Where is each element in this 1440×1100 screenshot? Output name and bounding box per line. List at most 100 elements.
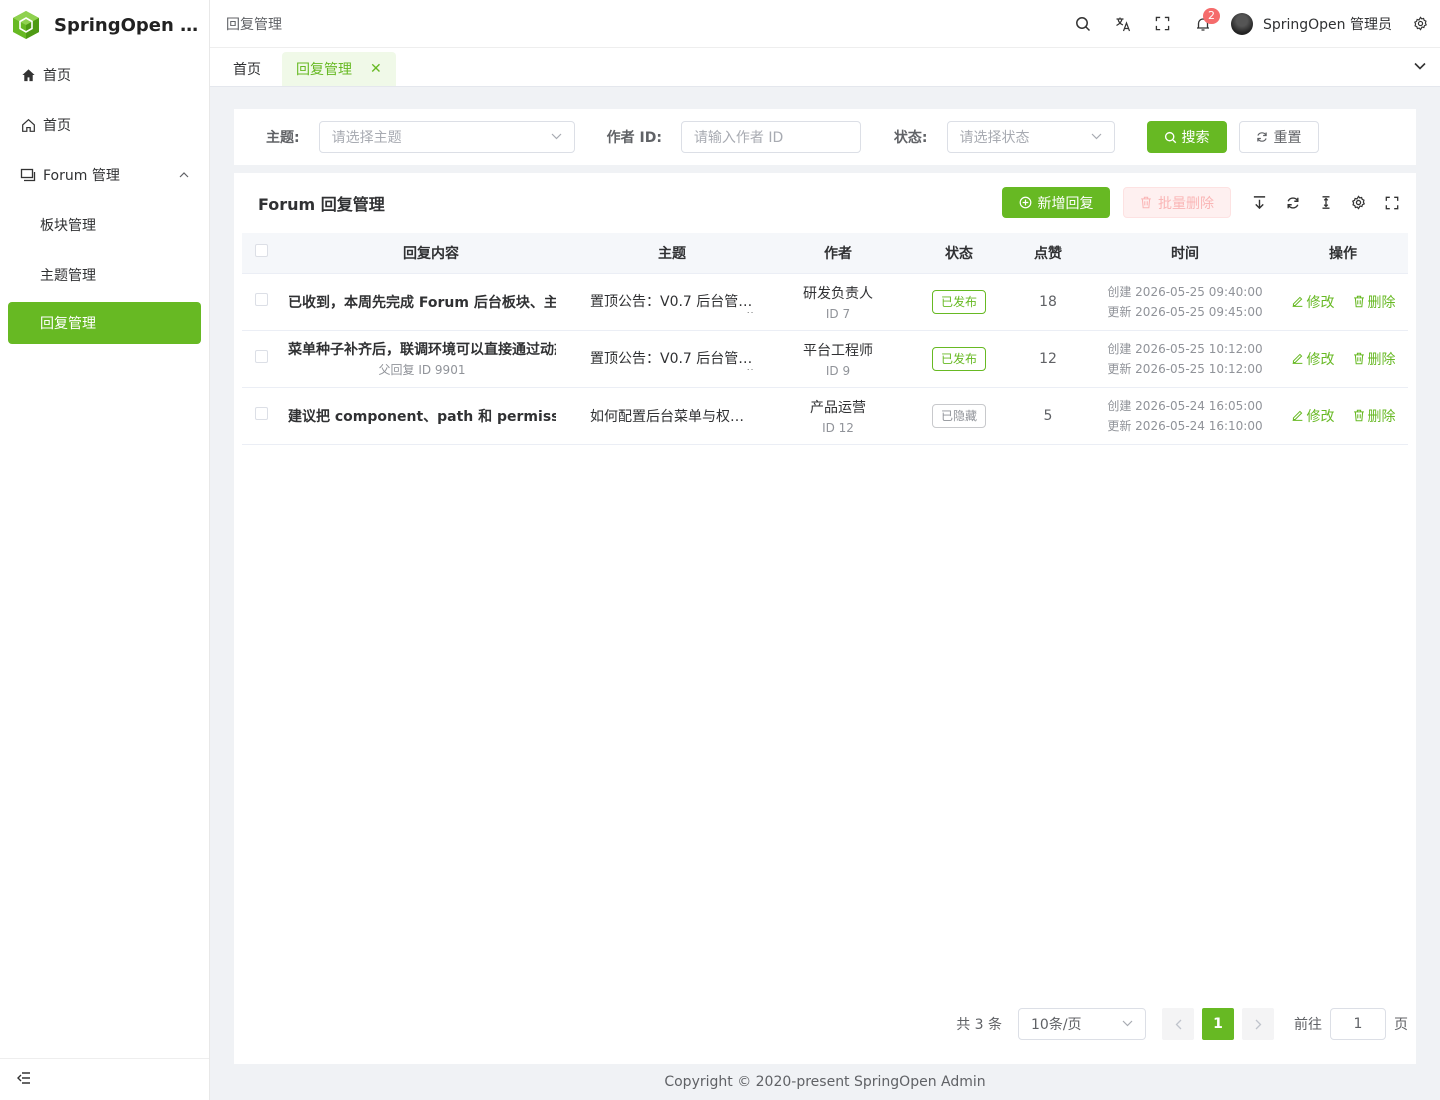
updated-time: 更新 2026-05-25 09:45:00 (1107, 304, 1263, 319)
delete-button[interactable]: 删除 (1353, 406, 1396, 426)
edit-button[interactable]: 修改 (1291, 292, 1335, 312)
chevron-down-icon[interactable] (1414, 58, 1426, 74)
edit-icon (1292, 296, 1302, 307)
cube-logo-icon (13, 11, 39, 39)
author-id: ID 9 (825, 363, 851, 378)
reply-topic: 置顶公告：V0.7 后台管理….. (590, 350, 762, 370)
delete-button[interactable]: 删除 (1353, 349, 1396, 369)
sidebar-item-label: 首页 (43, 68, 71, 84)
sidebar-item-replies[interactable]: 回复管理 (8, 302, 201, 344)
app-logo[interactable]: SpringOpen Ad... (0, 0, 209, 50)
reply-topic: 如何配置后台菜单与权限码 (590, 408, 758, 425)
search-icon[interactable] (1063, 0, 1103, 48)
total-count: 共 3 条 (956, 1017, 1002, 1033)
search-button[interactable]: 搜索 (1146, 121, 1227, 153)
row-checkbox[interactable] (254, 350, 268, 363)
sidebar-item-label: 主题管理 (40, 268, 96, 284)
fullscreen-icon[interactable] (1375, 188, 1408, 218)
author-name: 产品运营 (810, 399, 866, 416)
refresh-icon[interactable] (1276, 188, 1309, 218)
translate-icon[interactable] (1103, 0, 1143, 48)
author-id-placeholder: 请输入作者 ID (693, 130, 784, 146)
author-id-input[interactable]: 请输入作者 ID (680, 121, 861, 153)
delete-button[interactable]: 删除 (1353, 292, 1396, 312)
settings-gear-icon[interactable] (1400, 0, 1440, 48)
pagination: 共 3 条 10条/页 1 前往 1 页 (956, 1008, 1408, 1040)
column-header-actions: 操作 (1278, 233, 1408, 274)
row-checkbox[interactable] (254, 407, 268, 420)
table-toolbar: 新增回复 批量删除 (1002, 187, 1408, 218)
goto-page-input[interactable]: 1 (1330, 1008, 1386, 1040)
table-header-row: 回复内容 主题 作者 状态 点赞 时间 操作 (242, 233, 1408, 274)
chevron-down-icon (1122, 1019, 1133, 1030)
chevron-right-icon (1255, 1019, 1261, 1029)
column-settings-icon[interactable] (1342, 188, 1375, 218)
column-height-icon[interactable] (1309, 188, 1342, 218)
chevron-down-icon (1091, 132, 1102, 143)
forum-icon (20, 167, 36, 183)
page-number-button[interactable]: 1 (1202, 1008, 1234, 1040)
edit-button[interactable]: 修改 (1291, 406, 1335, 426)
page-suffix-label: 页 (1394, 1017, 1408, 1033)
tab-label: 回复管理 (296, 62, 352, 78)
chevron-down-icon (551, 132, 562, 143)
page-size-select[interactable]: 10条/页 (1018, 1008, 1146, 1040)
sidebar-item-boards[interactable]: 板块管理 (0, 200, 209, 250)
column-header-topic: 主题 (582, 233, 762, 274)
reply-content: 已收到，本周先完成 Forum 后台板块、主题、回复管理 (288, 294, 556, 311)
tab-replies[interactable]: 回复管理 ✕ (282, 52, 396, 86)
edit-button[interactable]: 修改 (1291, 349, 1335, 369)
replies-table-card: Forum 回复管理 新增回复 批量删除 回复内容 主题 作者 状态 点赞 时间… (234, 173, 1416, 1064)
batch-delete-label: 批量删除 (1158, 195, 1214, 212)
author-name: 研发负责人 (803, 285, 873, 302)
column-header-content: 回复内容 (280, 233, 582, 274)
collapse-sidebar-button[interactable] (0, 1058, 209, 1100)
column-header-status: 状态 (914, 233, 1004, 274)
created-time: 创建 2026-05-25 09:40:00 (1107, 284, 1263, 299)
plus-circle-icon (1019, 196, 1032, 209)
close-icon[interactable]: ✕ (370, 61, 382, 77)
chevron-up-icon (179, 170, 189, 181)
created-time: 创建 2026-05-24 16:05:00 (1107, 398, 1263, 413)
notification-bell-icon[interactable]: 2 (1183, 0, 1223, 48)
sidebar-item-label: 首页 (43, 118, 71, 134)
sidebar: SpringOpen Ad... 首页 首页 Forum 管理 板块管理 主题管… (0, 0, 210, 1100)
trash-icon (1353, 352, 1364, 365)
tab-label: 首页 (233, 62, 261, 78)
refresh-icon (1256, 131, 1268, 143)
page-title: Forum 回复管理 (258, 195, 385, 214)
sidebar-item-home-2[interactable]: 首页 (0, 100, 209, 150)
reply-content: 建议把 component、path 和 permissionCode 统一维护 (288, 408, 556, 425)
sidebar-item-forum[interactable]: Forum 管理 (0, 150, 209, 200)
sidebar-item-home[interactable]: 首页 (0, 50, 209, 100)
topic-select[interactable]: 请选择主题 (318, 121, 575, 153)
status-select[interactable]: 请选择状态 (946, 121, 1115, 153)
sidebar-item-topics[interactable]: 主题管理 (0, 250, 209, 300)
author-name: 平台工程师 (803, 342, 873, 359)
likes-count: 18 (1004, 273, 1092, 331)
notification-badge: 2 (1202, 7, 1220, 24)
status-badge: 已发布 (931, 346, 986, 371)
status-filter-label: 状态: (893, 130, 928, 146)
prev-page-button[interactable] (1162, 1008, 1194, 1040)
avatar (1230, 12, 1253, 35)
select-all-checkbox[interactable] (254, 244, 268, 258)
tab-home[interactable]: 首页 (220, 52, 274, 86)
app-title: SpringOpen Ad... (54, 14, 204, 36)
trash-icon (1353, 409, 1364, 422)
edit-icon (1292, 353, 1302, 364)
add-reply-button[interactable]: 新增回复 (1002, 187, 1110, 218)
user-menu[interactable]: SpringOpen 管理员 (1230, 12, 1392, 35)
row-checkbox[interactable] (254, 293, 268, 306)
batch-delete-button[interactable]: 批量删除 (1123, 187, 1231, 218)
next-page-button[interactable] (1242, 1008, 1274, 1040)
export-download-icon[interactable] (1243, 188, 1276, 218)
reset-button[interactable]: 重置 (1238, 121, 1319, 153)
tabs-bar: 首页 回复管理 ✕ (210, 48, 1440, 87)
column-header-time: 时间 (1092, 233, 1278, 274)
sidebar-item-label: Forum 管理 (43, 168, 120, 184)
fullscreen-icon[interactable] (1143, 0, 1183, 48)
breadcrumb[interactable]: 回复管理 (226, 14, 282, 34)
topic-select-placeholder: 请选择主题 (331, 130, 402, 146)
reset-button-label: 重置 (1273, 130, 1302, 146)
